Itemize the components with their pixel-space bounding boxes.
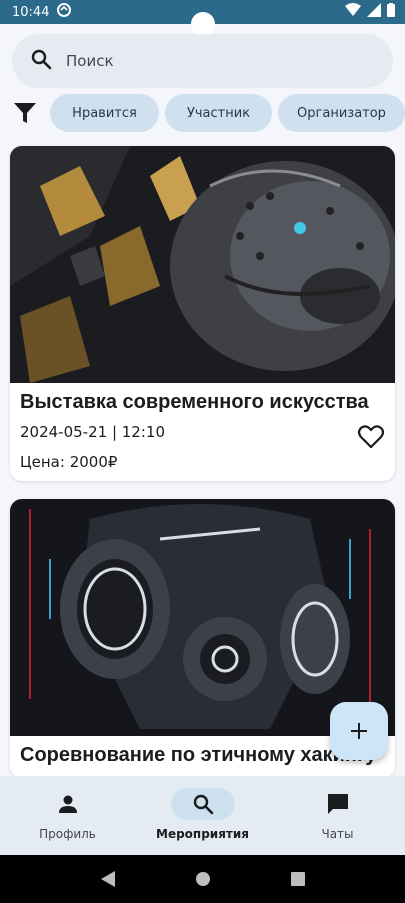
- bottom-navigation: Профиль Мероприятия Чаты: [0, 776, 405, 855]
- search-input[interactable]: [66, 52, 346, 70]
- event-title: Выставка современного искусства: [20, 391, 369, 413]
- nav-item-chats[interactable]: Чаты: [270, 776, 405, 855]
- person-icon: [58, 795, 77, 813]
- nav-item-events[interactable]: Мероприятия: [135, 776, 270, 855]
- event-card[interactable]: Выставка современного искусства 2024-05-…: [10, 146, 395, 481]
- sync-icon: [57, 3, 72, 21]
- camera-cutout: [191, 12, 215, 36]
- event-card-body: Выставка современного искусства 2024-05-…: [10, 383, 395, 481]
- event-datetime: 2024-05-21 | 12:10: [20, 423, 165, 441]
- event-image-leopard: [10, 146, 395, 383]
- search-icon: [193, 794, 213, 815]
- status-time: 10:44: [12, 4, 50, 20]
- recents-icon[interactable]: [290, 871, 306, 887]
- system-navigation-bar: [0, 855, 405, 903]
- chat-icon: [327, 794, 348, 814]
- chip-liked[interactable]: Нравится: [50, 94, 159, 132]
- home-icon[interactable]: [195, 871, 211, 887]
- nav-label: Чаты: [321, 827, 354, 841]
- wifi-icon: [345, 3, 361, 21]
- nav-label: Профиль: [39, 827, 96, 841]
- filter-icon[interactable]: [10, 98, 40, 128]
- chip-organizer[interactable]: Организатор: [278, 94, 405, 132]
- nav-label: Мероприятия: [156, 827, 249, 841]
- signal-icon: [367, 3, 381, 21]
- search-bar[interactable]: [12, 34, 393, 88]
- event-image-gas-mask: [10, 499, 395, 736]
- chip-participant[interactable]: Участник: [165, 94, 272, 132]
- add-event-button[interactable]: [330, 702, 388, 760]
- back-icon[interactable]: [100, 870, 116, 888]
- nav-item-profile[interactable]: Профиль: [0, 776, 135, 855]
- search-icon: [30, 48, 52, 74]
- events-feed[interactable]: Выставка современного искусства 2024-05-…: [0, 140, 405, 776]
- battery-icon: [387, 3, 395, 21]
- filter-row: Нравится Участник Организатор: [10, 93, 405, 133]
- plus-icon: [351, 723, 367, 739]
- event-price: Цена: 2000₽: [20, 453, 118, 471]
- favorite-heart-icon[interactable]: [357, 423, 385, 451]
